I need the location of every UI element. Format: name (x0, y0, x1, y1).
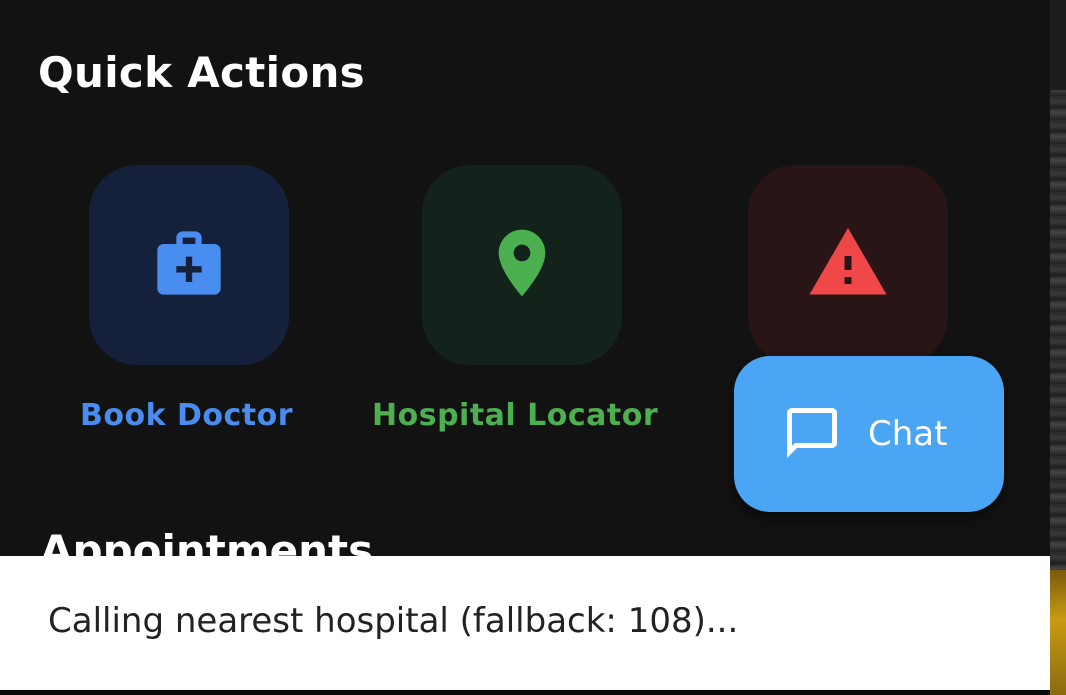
medical-bag-icon (151, 225, 227, 305)
chat-button[interactable]: Chat (734, 356, 1004, 512)
warning-icon (806, 221, 890, 309)
location-pin-icon (482, 223, 562, 307)
quick-actions-title: Quick Actions (38, 48, 365, 97)
hospital-locator-button[interactable] (422, 165, 622, 365)
book-doctor-button[interactable] (89, 165, 289, 365)
snackbar-message: Calling nearest hospital (fallback: 108)… (48, 601, 739, 641)
chat-bubble-icon (782, 403, 842, 466)
chat-button-label: Chat (868, 414, 948, 454)
app-screen: Quick Actions Book Doctor Hospital Locat… (0, 0, 1050, 695)
background-edge (1050, 0, 1066, 695)
hospital-locator-label: Hospital Locator (372, 398, 659, 433)
bottom-edge (0, 690, 1050, 695)
snackbar: Calling nearest hospital (fallback: 108)… (0, 556, 1050, 690)
emergency-sos-button[interactable] (748, 165, 948, 365)
book-doctor-label: Book Doctor (80, 398, 294, 433)
